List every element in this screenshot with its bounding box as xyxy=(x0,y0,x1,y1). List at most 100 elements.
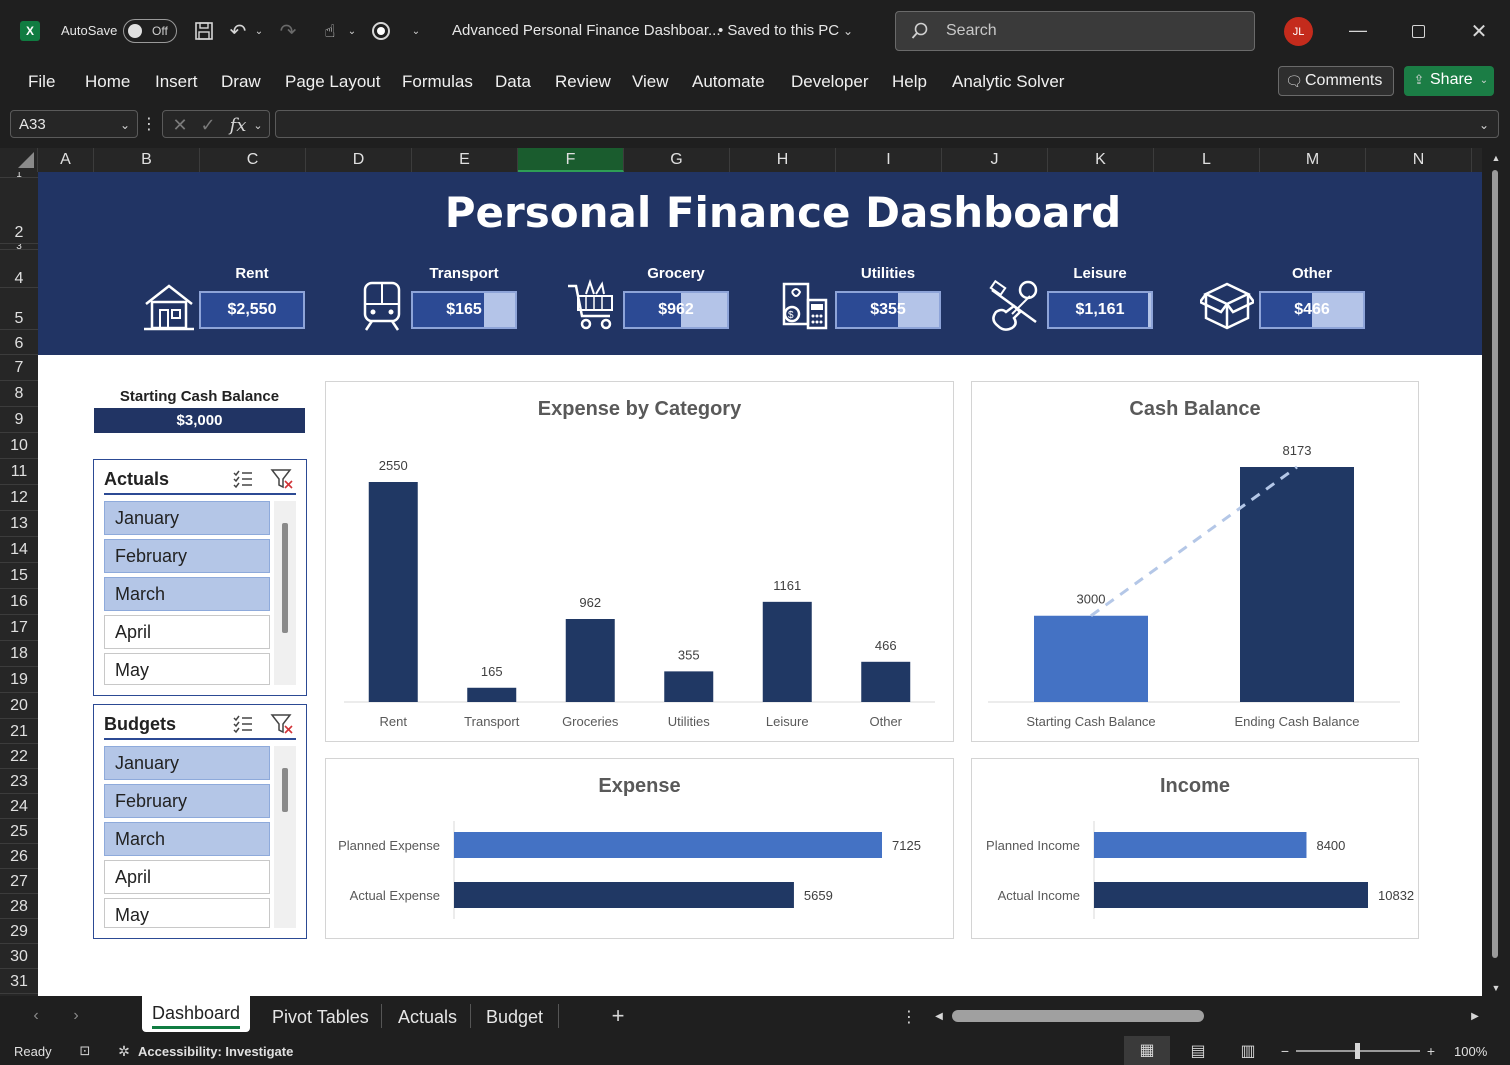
row-header[interactable]: 26 xyxy=(0,844,38,869)
horizontal-scroll-thumb[interactable] xyxy=(952,1010,1204,1022)
vertical-scroll-thumb[interactable] xyxy=(1492,170,1498,958)
column-header-k[interactable]: K xyxy=(1048,148,1154,172)
row-header[interactable]: 27 xyxy=(0,869,38,894)
function-dropdown-icon[interactable]: ⌄ xyxy=(251,115,265,135)
row-header[interactable]: 19 xyxy=(0,667,38,693)
multi-select-icon[interactable] xyxy=(232,468,254,490)
vertical-scrollbar[interactable]: ▲ ▼ xyxy=(1482,148,1510,996)
tab-budget[interactable]: Budget xyxy=(486,1007,543,1028)
row-header[interactable]: 5 xyxy=(0,288,38,330)
share-button[interactable]: ⇪ Share ⌄ xyxy=(1404,66,1494,96)
column-header-b[interactable]: B xyxy=(94,148,200,172)
menu-analytic-solver[interactable]: Analytic Solver xyxy=(952,72,1064,92)
scroll-left-icon[interactable]: ◀ xyxy=(932,1009,946,1023)
slicer-item-april[interactable]: April xyxy=(104,615,270,649)
chart-expense[interactable]: Expense 7125 Planned Expense 5659 Actual Ex… xyxy=(325,758,954,939)
menu-page-layout[interactable]: Page Layout xyxy=(285,72,380,92)
row-header[interactable]: 21 xyxy=(0,719,38,744)
menu-review[interactable]: Review xyxy=(555,72,611,92)
row-header[interactable]: 20 xyxy=(0,693,38,719)
expand-formula-icon[interactable]: ⌄ xyxy=(1476,115,1492,135)
macro-recording-icon[interactable]: ⊡ xyxy=(76,1042,94,1060)
menu-draw[interactable]: Draw xyxy=(221,72,261,92)
page-layout-view-icon[interactable]: ▤ xyxy=(1188,1041,1208,1061)
row-header[interactable]: 12 xyxy=(0,485,38,511)
slicer-item-january[interactable]: January xyxy=(104,501,270,535)
tab-actuals[interactable]: Actuals xyxy=(398,1007,457,1028)
slicer-item-february[interactable]: February xyxy=(104,784,270,818)
column-header-c[interactable]: C xyxy=(200,148,306,172)
undo-icon[interactable]: ↶ xyxy=(226,19,250,43)
formula-input[interactable]: ⌄ xyxy=(275,110,1499,138)
close-icon[interactable]: ✕ xyxy=(1468,19,1490,43)
zoom-slider-thumb[interactable] xyxy=(1355,1043,1360,1059)
column-header-e[interactable]: E xyxy=(412,148,518,172)
maximize-icon[interactable] xyxy=(1412,25,1425,38)
row-header[interactable]: 9 xyxy=(0,407,38,433)
menu-home[interactable]: Home xyxy=(85,72,130,92)
menu-developer[interactable]: Developer xyxy=(791,72,869,92)
search-box[interactable]: Search xyxy=(895,11,1255,51)
column-header-l[interactable]: L xyxy=(1154,148,1260,172)
undo-dropdown-icon[interactable]: ⌄ xyxy=(252,19,266,43)
column-header-a[interactable]: A xyxy=(38,148,94,172)
row-header[interactable]: 4 xyxy=(0,250,38,288)
row-header[interactable]: 10 xyxy=(0,433,38,459)
select-all-corner[interactable] xyxy=(0,148,38,172)
column-header-m[interactable]: M xyxy=(1260,148,1366,172)
user-avatar[interactable]: JL xyxy=(1284,17,1313,46)
touch-mode-icon[interactable]: ☝ xyxy=(318,19,342,43)
normal-view-button[interactable]: ▦ xyxy=(1124,1036,1170,1065)
saved-status-chevron-icon[interactable]: ⌄ xyxy=(840,20,856,42)
menu-data[interactable]: Data xyxy=(495,72,531,92)
slicer-item-january[interactable]: January xyxy=(104,746,270,780)
row-header[interactable]: 28 xyxy=(0,894,38,919)
save-icon[interactable] xyxy=(192,19,216,43)
menu-formulas[interactable]: Formulas xyxy=(402,72,473,92)
column-header-h[interactable]: H xyxy=(730,148,836,172)
chart-cash-balance[interactable]: Cash Balance 3000 Starting Cash Balance 81… xyxy=(971,381,1419,742)
tab-options-icon[interactable]: ⋮ xyxy=(901,1006,917,1028)
cancel-entry-icon[interactable]: ✕ xyxy=(169,114,191,136)
zoom-level[interactable]: 100% xyxy=(1454,1044,1487,1059)
row-header[interactable]: 31 xyxy=(0,969,38,994)
slicer-item-may[interactable]: May xyxy=(104,898,270,928)
scroll-right-icon[interactable]: ▶ xyxy=(1468,1009,1482,1023)
row-header[interactable]: 15 xyxy=(0,563,38,589)
touch-dropdown-icon[interactable]: ⌄ xyxy=(345,19,359,43)
slicer-scrollbar[interactable] xyxy=(274,501,296,685)
menu-insert[interactable]: Insert xyxy=(155,72,198,92)
add-sheet-icon[interactable]: + xyxy=(606,1003,630,1028)
row-header[interactable]: 30 xyxy=(0,944,38,969)
slicer-item-april[interactable]: April xyxy=(104,860,270,894)
scroll-up-icon[interactable]: ▲ xyxy=(1490,152,1502,164)
column-header-f[interactable]: F xyxy=(518,148,624,172)
row-header[interactable]: 14 xyxy=(0,537,38,563)
scrollbar-thumb[interactable] xyxy=(282,768,288,812)
zoom-in-icon[interactable]: + xyxy=(1424,1041,1438,1061)
row-header[interactable]: 17 xyxy=(0,615,38,641)
saved-status[interactable]: • Saved to this PC xyxy=(718,22,839,39)
row-header[interactable]: 29 xyxy=(0,919,38,944)
horizontal-scrollbar[interactable]: ◀ ▶ xyxy=(930,1007,1484,1025)
name-box-dropdown-icon[interactable]: ⌄ xyxy=(117,115,133,135)
slicer-item-march[interactable]: March xyxy=(104,577,270,611)
menu-automate[interactable]: Automate xyxy=(692,72,765,92)
row-header[interactable]: 13 xyxy=(0,511,38,537)
accessibility-status[interactable]: Accessibility: Investigate xyxy=(138,1044,293,1059)
accessibility-icon[interactable]: ✲ xyxy=(114,1041,134,1061)
comments-button[interactable]: 🗨 Comments xyxy=(1278,66,1394,96)
slicer-scrollbar[interactable] xyxy=(274,746,296,928)
row-header[interactable]: 11 xyxy=(0,459,38,485)
worksheet-area[interactable]: Personal Finance Dashboard Rent $2,550 T… xyxy=(38,172,1482,996)
row-header[interactable]: 23 xyxy=(0,769,38,794)
enter-entry-icon[interactable]: ✓ xyxy=(197,114,219,136)
clear-filter-icon[interactable] xyxy=(270,713,294,735)
menu-view[interactable]: View xyxy=(632,72,669,92)
slicer-item-february[interactable]: February xyxy=(104,539,270,573)
multi-select-icon[interactable] xyxy=(232,713,254,735)
row-header[interactable]: 7 xyxy=(0,355,38,381)
column-header-n[interactable]: N xyxy=(1366,148,1472,172)
row-header[interactable]: 25 xyxy=(0,819,38,844)
column-header-i[interactable]: I xyxy=(836,148,942,172)
